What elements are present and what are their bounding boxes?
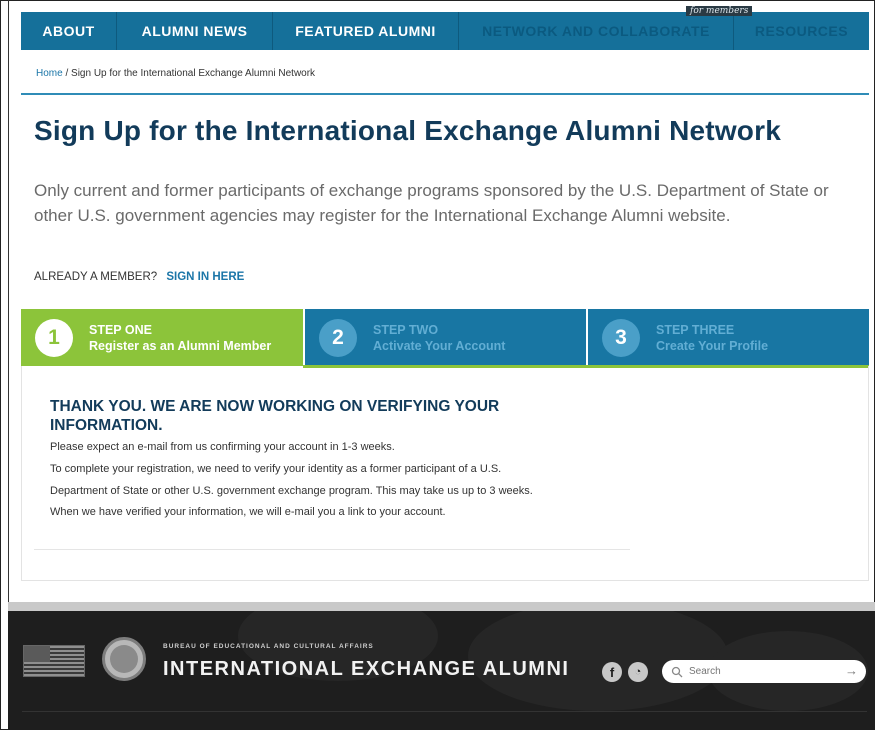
nav-resources[interactable]: RESOURCES (734, 12, 869, 50)
nav-alumni-news[interactable]: ALUMNI NEWS (117, 12, 273, 50)
message-line-1: Please expect an e-mail from us confirmi… (50, 441, 395, 453)
left-border (8, 0, 9, 605)
already-member-label: ALREADY A MEMBER? (34, 271, 158, 283)
nav-about[interactable]: ABOUT (21, 12, 117, 50)
already-member-row: ALREADY A MEMBER? SIGN IN HERE (34, 271, 244, 283)
search-input[interactable] (689, 666, 839, 677)
step-three-number: 3 (602, 318, 640, 357)
search-submit-arrow-icon[interactable]: → (845, 663, 858, 678)
step-one-desc: Register as an Alumni Member (89, 338, 272, 353)
footer: BUREAU OF EDUCATIONAL AND CULTURAL AFFAI… (8, 611, 875, 730)
step-one: 1 STEP ONE Register as an Alumni Member (21, 309, 303, 366)
state-department-seal-icon (102, 637, 146, 681)
for-members-tag: for members (686, 6, 753, 16)
step-three-desc: Create Your Profile (656, 338, 769, 353)
step-three-title: STEP THREE (656, 322, 735, 337)
step-two-desc: Activate Your Account (373, 338, 506, 353)
breadcrumb-current: Sign Up for the International Exchange A… (71, 68, 316, 79)
signup-steps: 1 STEP ONE Register as an Alumni Member … (21, 309, 869, 366)
footer-search: → (662, 660, 866, 683)
step-two-title: STEP TWO (373, 322, 439, 337)
step-three: 3 STEP THREE Create Your Profile (586, 309, 869, 366)
intro-text: Only current and former participants of … (34, 181, 829, 225)
step-two-number: 2 (319, 318, 357, 357)
breadcrumb-separator: / (62, 68, 72, 79)
header-divider (21, 93, 869, 95)
breadcrumb-home-link[interactable]: Home (36, 68, 63, 79)
message-line-4: When we have verified your information, … (50, 506, 446, 518)
step-two: 2 STEP TWO Activate Your Account (303, 309, 586, 366)
breadcrumb: Home / Sign Up for the International Exc… (36, 68, 315, 79)
footer-brand: INTERNATIONAL EXCHANGE ALUMNI (163, 658, 570, 680)
step-one-title: STEP ONE (89, 322, 152, 337)
top-nav: ABOUT ALUMNI NEWS FEATURED ALUMNI NETWOR… (21, 12, 869, 50)
us-flag-icon (23, 645, 85, 677)
search-icon (671, 666, 683, 677)
page-title: Sign Up for the International Exchange A… (34, 115, 781, 146)
nav-featured-alumni[interactable]: FEATURED ALUMNI (273, 12, 459, 50)
footer-divider (22, 711, 867, 712)
sign-in-link[interactable]: SIGN IN HERE (166, 271, 244, 283)
nav-network-and-collaborate[interactable]: NETWORK AND COLLABORATE (459, 12, 734, 50)
bureau-label: BUREAU OF EDUCATIONAL AND CULTURAL AFFAI… (163, 643, 374, 650)
message-line-3: Department of State or other U.S. govern… (50, 485, 533, 497)
facebook-icon[interactable]: f (602, 662, 622, 682)
rss-icon[interactable]: ◔ (628, 662, 648, 682)
message-line-2: To complete your registration, we need t… (50, 463, 502, 475)
step-one-number: 1 (35, 318, 73, 357)
thank-you-heading: THANK YOU. WE ARE NOW WORKING ON VERIFYI… (50, 398, 500, 434)
content-divider (34, 549, 630, 550)
